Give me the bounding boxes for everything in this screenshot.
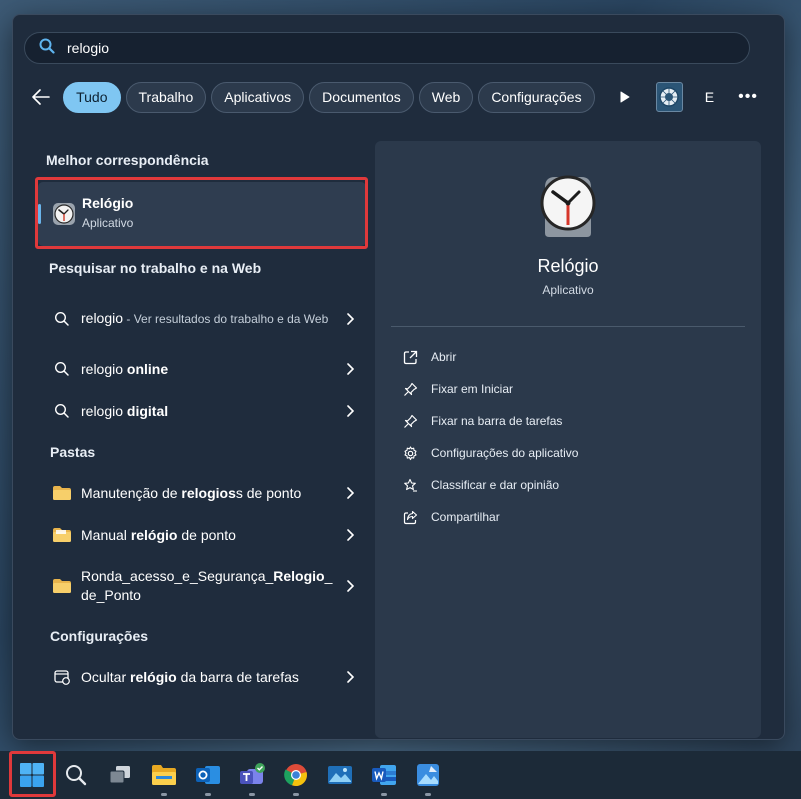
pin-icon — [401, 380, 419, 398]
section-web-search: Pesquisar no trabalho e na Web — [49, 260, 262, 276]
share-icon — [401, 508, 419, 526]
web-result-item[interactable]: relogio - Ver resultados do trabalho e d… — [38, 298, 366, 340]
folder-icon — [51, 524, 73, 546]
organization-logo-icon[interactable] — [655, 82, 683, 112]
star-feedback-icon — [401, 476, 419, 494]
web-result-text: relogio online — [81, 360, 169, 377]
more-options-icon[interactable]: ••• — [738, 88, 758, 106]
chevron-right-icon[interactable] — [340, 580, 360, 592]
running-indicator — [293, 793, 299, 796]
detail-app-name: Relógio — [537, 256, 599, 276]
section-folders: Pastas — [50, 444, 96, 460]
action-open[interactable]: Abrir — [401, 348, 456, 366]
paint-icon[interactable] — [412, 759, 444, 796]
tab-trabalho[interactable]: Trabalho — [125, 81, 207, 113]
settings-result-text: Ocultar relógio da barra de tarefas — [81, 668, 299, 685]
back-arrow-icon[interactable] — [28, 83, 53, 111]
word-icon[interactable] — [368, 759, 400, 796]
settings-result-item[interactable]: Ocultar relógio da barra de tarefas — [38, 666, 366, 688]
folder-result-text: Ronda_acesso_e_Segurança_Relogio_de_Pont… — [81, 568, 333, 603]
action-app-settings[interactable]: Configurações do aplicativo — [401, 444, 578, 462]
divider — [391, 326, 745, 327]
chevron-right-icon[interactable] — [340, 529, 360, 541]
folder-result-text: Manual relógio de ponto — [81, 526, 236, 543]
file-explorer-icon[interactable] — [148, 759, 180, 796]
taskbar-settings-icon — [51, 666, 73, 688]
folder-result-text: Manutenção de relogioss de ponto — [81, 484, 302, 501]
search-icon[interactable] — [60, 759, 92, 791]
detail-app-kind: Aplicativo — [542, 283, 594, 297]
action-share[interactable]: Compartilhar — [401, 508, 500, 526]
red-highlight-box — [35, 177, 368, 249]
web-result-item[interactable]: relogio online — [38, 358, 366, 380]
web-result-text: relogio - Ver resultados do trabalho e d… — [81, 310, 329, 326]
tab-aplicativos[interactable]: Aplicativos — [211, 81, 305, 113]
web-result-item[interactable]: relogio digital — [38, 400, 366, 422]
folder-icon — [51, 482, 73, 504]
tab-web[interactable]: Web — [418, 81, 474, 113]
folder-icon — [51, 575, 73, 597]
section-best-match: Melhor correspondência — [46, 152, 209, 168]
section-settings: Configurações — [50, 628, 149, 644]
chevron-right-icon[interactable] — [340, 363, 360, 375]
detail-panel: Relógio Aplicativo Abrir Fixar em Inicia… — [375, 141, 761, 738]
clock-app-large-icon — [535, 173, 601, 239]
action-rate[interactable]: Classificar e dar opinião — [401, 476, 559, 494]
outlook-icon[interactable] — [192, 759, 224, 796]
action-pin-start[interactable]: Fixar em Iniciar — [401, 380, 513, 398]
chevron-right-icon[interactable] — [340, 313, 360, 325]
photos-icon[interactable] — [324, 759, 356, 791]
chevron-right-icon[interactable] — [340, 487, 360, 499]
search-icon — [51, 308, 73, 330]
search-input[interactable] — [67, 40, 667, 56]
chevron-right-icon[interactable] — [340, 671, 360, 683]
pin-icon — [401, 412, 419, 430]
teams-icon[interactable] — [236, 759, 268, 796]
folder-result-item[interactable]: Manutenção de relogioss de ponto — [38, 482, 366, 504]
action-pin-taskbar[interactable]: Fixar na barra de tarefas — [401, 412, 562, 430]
open-external-icon — [401, 348, 419, 366]
filter-bar: Tudo Trabalho Aplicativos Documentos Web… — [28, 80, 758, 114]
web-result-text: relogio digital — [81, 402, 169, 419]
tab-configuracoes[interactable]: Configurações — [478, 81, 595, 113]
running-indicator — [205, 793, 211, 796]
search-box[interactable] — [24, 32, 750, 64]
chrome-icon[interactable] — [280, 759, 312, 796]
search-icon — [51, 358, 73, 380]
running-indicator — [161, 793, 167, 796]
search-icon — [39, 38, 55, 59]
running-indicator — [381, 793, 387, 796]
folder-result-item[interactable]: Manual relógio de ponto — [38, 524, 366, 546]
taskbar — [0, 751, 801, 799]
folder-result-item[interactable]: Ronda_acesso_e_Segurança_Relogio_de_Pont… — [38, 566, 366, 606]
play-icon[interactable] — [616, 87, 634, 107]
gear-icon — [401, 444, 419, 462]
red-highlight-box — [9, 751, 56, 797]
search-icon — [51, 400, 73, 422]
running-indicator — [249, 793, 255, 796]
tab-tudo[interactable]: Tudo — [63, 81, 121, 113]
chevron-right-icon[interactable] — [340, 405, 360, 417]
task-view-icon[interactable] — [104, 759, 136, 791]
running-indicator — [425, 793, 431, 796]
user-avatar[interactable]: E — [699, 85, 721, 109]
tab-documentos[interactable]: Documentos — [309, 81, 414, 113]
